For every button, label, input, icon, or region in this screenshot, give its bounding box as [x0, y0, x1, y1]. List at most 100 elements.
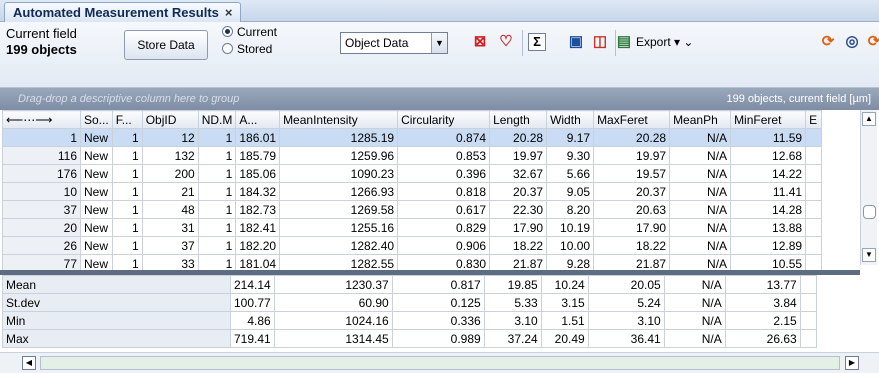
column-header-width[interactable]: Width [546, 110, 595, 129]
column-header-field[interactable]: F... [111, 110, 143, 129]
table-row[interactable]: 20 New 1 31 1 182.41 1255.16 0.829 17.90 10.19 17.… [2, 218, 823, 237]
export-button[interactable]: Export ▾ ⌄ [636, 32, 693, 52]
cell-maxferet: 19.97 [593, 146, 671, 165]
stats-row: St.dev 100.77 60.90 0.125 5.33 3.15 5.24 N/A 3.8… [2, 293, 817, 312]
stats-row: Min 4.86 1024.16 0.336 3.10 1.51 3.10 N/A 2.15 [2, 311, 817, 330]
table-row[interactable]: 37 New 1 48 1 182.73 1269.58 0.617 22.30 8.20 20.6… [2, 200, 823, 219]
table-row[interactable]: 1 New 1 12 1 186.01 1285.19 0.874 20.28 9.17 20.28… [2, 128, 823, 147]
cell-width: 1.51 [540, 311, 589, 330]
cell-circularity: 0.617 [397, 200, 491, 219]
target-icon[interactable]: ◎ [842, 32, 862, 52]
scroll-right-icon[interactable]: ▶ [845, 356, 859, 370]
column-header-area[interactable]: A... [235, 110, 281, 129]
column-header-e[interactable]: E [805, 110, 823, 129]
column-header-move[interactable]: ⟵⋯⟶ [2, 110, 81, 129]
column-header-circularity[interactable]: Circularity [397, 110, 491, 129]
cell-length: 22.30 [489, 200, 548, 219]
table-row[interactable]: 10 New 1 21 1 184.32 1266.93 0.818 20.37 9.05 20.3… [2, 182, 823, 201]
export-icon[interactable]: ▤ [614, 32, 634, 52]
row-index: 20 [2, 218, 81, 237]
cell-e [805, 128, 823, 147]
cell-circularity: 0.818 [397, 182, 491, 201]
heart-check-icon[interactable]: ♡ [496, 32, 516, 52]
recalc-icon[interactable]: ⟳ [864, 32, 879, 52]
cell-e [805, 182, 823, 201]
cell-maxferet: 20.37 [593, 182, 671, 201]
horizontal-scrollbar[interactable]: ◀ ▶ [0, 352, 879, 373]
cell-source: New [80, 146, 113, 165]
toolbar-divider [522, 30, 523, 56]
group-by-bar[interactable]: Drag-drop a descriptive column here to g… [0, 88, 879, 110]
radio-stored-icon[interactable] [222, 43, 233, 54]
cell-length: 20.37 [489, 182, 548, 201]
column-header-meanintensity[interactable]: MeanIntensity [279, 110, 399, 129]
tab-measurement-results[interactable]: Automated Measurement Results × [4, 2, 242, 22]
table-row[interactable]: 116 New 1 132 1 185.79 1259.96 0.853 19.97 9.30 19… [2, 146, 823, 165]
cell-field: 1 [111, 128, 143, 147]
column-header-source[interactable]: So... [80, 110, 113, 129]
cell-meanintensity: 1285.19 [279, 128, 399, 147]
radio-current-icon[interactable] [222, 26, 233, 37]
scroll-up-icon[interactable]: ▲ [862, 112, 876, 126]
cell-minferet: 3.84 [724, 293, 801, 312]
chevron-down-icon[interactable]: ▼ [431, 33, 447, 53]
cell-length: 17.90 [489, 218, 548, 237]
data-source-radio-group: Current Stored [222, 24, 277, 58]
column-header-length[interactable]: Length [489, 110, 548, 129]
column-header-ndm[interactable]: ND.M [197, 110, 237, 129]
data-type-select[interactable]: Object Data ▼ [340, 32, 448, 54]
sum-icon[interactable]: Σ [528, 33, 546, 51]
chart-icon[interactable]: ▣ [566, 32, 586, 52]
cell-objid: 12 [141, 128, 199, 147]
cell-width: 20.49 [540, 329, 589, 348]
table-layout-icon[interactable]: ◫ [590, 32, 610, 52]
column-header-maxferet[interactable]: MaxFeret [593, 110, 671, 129]
column-header-objid[interactable]: ObjID [141, 110, 199, 129]
cell-e [799, 293, 817, 312]
row-index: 26 [2, 236, 81, 255]
cell-source: New [80, 164, 113, 183]
cell-e [799, 275, 817, 294]
cell-meanph: N/A [663, 329, 726, 348]
cell-meanph: N/A [669, 128, 732, 147]
cell-field: 1 [111, 236, 143, 255]
refresh-icon[interactable]: ⟳ [818, 32, 838, 52]
table-row[interactable]: 26 New 1 37 1 182.20 1282.40 0.906 18.22 10.00 18.… [2, 236, 823, 255]
table-row[interactable]: 176 New 1 200 1 185.06 1090.23 0.396 32.67 5.66 19… [2, 164, 823, 183]
cell-ndm: 1 [197, 146, 237, 165]
column-header-meanph[interactable]: MeanPh [669, 110, 732, 129]
cell-ndm: 1 [197, 128, 237, 147]
column-header-minferet[interactable]: MinFeret [730, 110, 807, 129]
stats-row: Max 719.41 1314.45 0.989 37.24 20.49 36.41 N/A 2… [2, 329, 817, 348]
cell-area: 185.06 [235, 164, 281, 183]
cell-circularity: 0.396 [397, 164, 491, 183]
store-data-button[interactable]: Store Data [124, 30, 208, 60]
table-header-row: ⟵⋯⟶ So... F... ObjID ND.M A... MeanInten… [2, 110, 823, 129]
row-index: 116 [2, 146, 81, 165]
cell-source: New [80, 128, 113, 147]
cell-field: 1 [111, 218, 143, 237]
scroll-down-icon[interactable]: ▼ [862, 248, 876, 262]
grid-summary: 199 objects, current field [µm] [726, 93, 871, 105]
scroll-left-icon[interactable]: ◀ [22, 356, 36, 370]
cell-source: New [80, 236, 113, 255]
scroll-track[interactable] [40, 356, 840, 370]
vertical-scrollbar[interactable]: ▲ ▼ [860, 110, 877, 265]
cell-width: 9.30 [546, 146, 595, 165]
export-label: Export [636, 35, 671, 49]
cell-meanintensity: 1255.16 [279, 218, 399, 237]
cell-area: 184.32 [235, 182, 281, 201]
cell-meanph: N/A [669, 146, 732, 165]
close-icon[interactable]: × [225, 5, 233, 20]
tab-title: Automated Measurement Results [13, 5, 219, 20]
scroll-thumb[interactable] [863, 205, 876, 219]
cell-area: 186.01 [235, 128, 281, 147]
delete-red-icon[interactable]: ⊠ [470, 32, 490, 52]
current-field-info: Current field 199 objects [6, 26, 77, 58]
cell-field: 1 [111, 182, 143, 201]
cell-maxferet: 36.41 [587, 329, 665, 348]
cell-width: 10.00 [546, 236, 595, 255]
radio-stored[interactable]: Stored [222, 41, 277, 58]
radio-current[interactable]: Current [222, 24, 277, 41]
cell-objid: 21 [141, 182, 199, 201]
